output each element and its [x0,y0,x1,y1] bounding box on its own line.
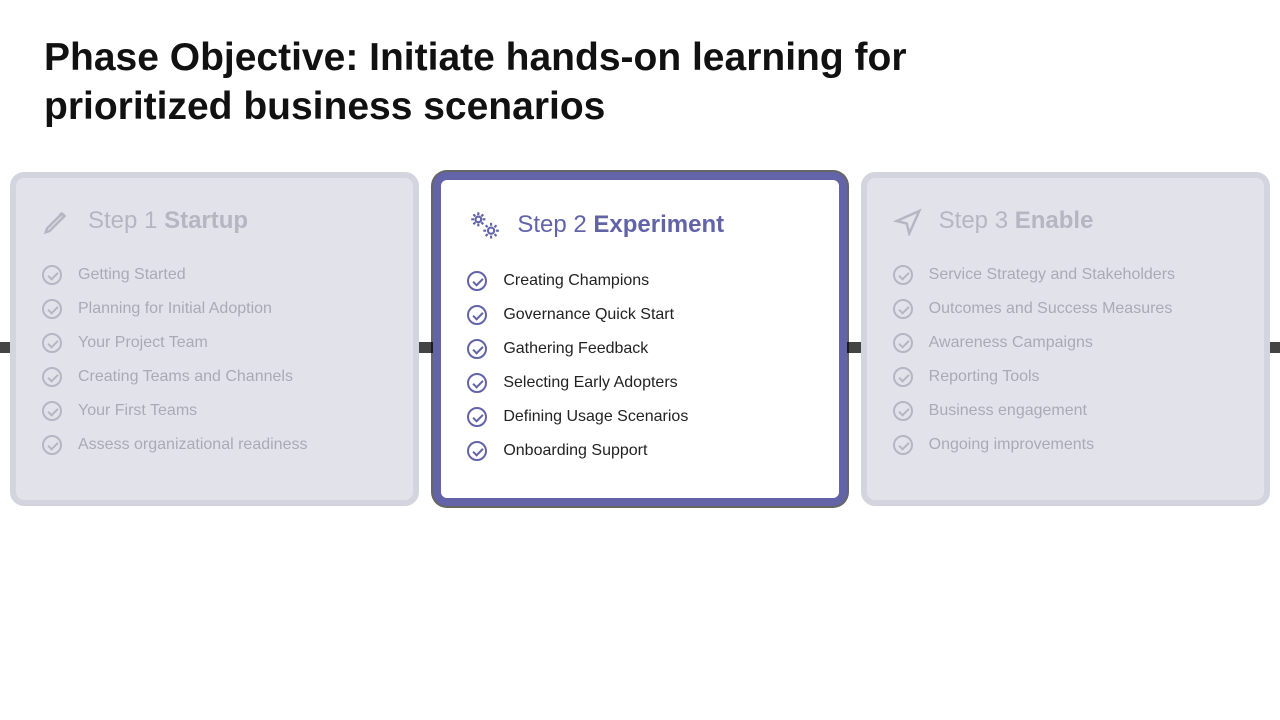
list-item: Awareness Campaigns [893,326,1238,360]
list-item: Business engagement [893,394,1238,428]
item-label: Creating Champions [503,272,649,290]
step-header: Step 2 Experiment [467,208,812,242]
list-item: Governance Quick Start [467,298,812,332]
check-icon [467,339,487,359]
item-label: Business engagement [929,402,1087,420]
check-icon [42,435,62,455]
step-prefix: Step 2 [517,211,586,238]
list-item: Creating Champions [467,264,812,298]
step-title: Step 2 Experiment [517,211,724,239]
item-label: Creating Teams and Channels [78,368,293,386]
step-card-startup: Step 1 Startup Getting Started Planning … [10,172,419,506]
step-prefix: Step 3 [939,207,1008,234]
item-label: Ongoing improvements [929,436,1094,454]
list-item: Service Strategy and Stakeholders [893,258,1238,292]
list-item: Your Project Team [42,326,387,360]
step-title: Step 1 Startup [88,207,248,235]
step-card-experiment: Step 2 Experiment Creating Champions Gov… [433,172,846,506]
step-name: Experiment [593,211,724,238]
step-name: Startup [164,207,248,234]
list-item: Onboarding Support [467,434,812,468]
item-label: Planning for Initial Adoption [78,300,272,318]
list-item: Selecting Early Adopters [467,366,812,400]
step-card-enable: Step 3 Enable Service Strategy and Stake… [861,172,1270,506]
item-label: Getting Started [78,266,186,284]
check-icon [42,299,62,319]
gears-icon [467,208,501,242]
steps-row: Step 1 Startup Getting Started Planning … [0,172,1280,520]
step-header: Step 3 Enable [893,206,1238,236]
list-item: Defining Usage Scenarios [467,400,812,434]
step-items: Service Strategy and Stakeholders Outcom… [893,258,1238,462]
list-item: Ongoing improvements [893,428,1238,462]
item-label: Governance Quick Start [503,306,674,324]
check-icon [893,435,913,455]
list-item: Assess organizational readiness [42,428,387,462]
step-items: Creating Champions Governance Quick Star… [467,264,812,468]
step-header: Step 1 Startup [42,206,387,236]
list-item: Planning for Initial Adoption [42,292,387,326]
list-item: Outcomes and Success Measures [893,292,1238,326]
step-prefix: Step 1 [88,207,157,234]
check-icon [467,407,487,427]
check-icon [893,265,913,285]
list-item: Creating Teams and Channels [42,360,387,394]
item-label: Onboarding Support [503,442,647,460]
check-icon [42,367,62,387]
check-icon [467,373,487,393]
check-icon [42,401,62,421]
check-icon [467,271,487,291]
check-icon [467,305,487,325]
cards-container: Step 1 Startup Getting Started Planning … [0,172,1280,506]
step-name: Enable [1015,207,1094,234]
check-icon [467,441,487,461]
item-label: Assess organizational readiness [78,436,307,454]
item-label: Defining Usage Scenarios [503,408,688,426]
check-icon [42,265,62,285]
item-label: Selecting Early Adopters [503,374,677,392]
pencil-icon [42,206,72,236]
check-icon [42,333,62,353]
list-item: Reporting Tools [893,360,1238,394]
page-title: Phase Objective: Initiate hands-on learn… [0,0,1000,132]
check-icon [893,333,913,353]
check-icon [893,299,913,319]
item-label: Gathering Feedback [503,340,648,358]
item-label: Your First Teams [78,402,197,420]
list-item: Getting Started [42,258,387,292]
item-label: Your Project Team [78,334,208,352]
list-item: Your First Teams [42,394,387,428]
step-title: Step 3 Enable [939,207,1094,235]
list-item: Gathering Feedback [467,332,812,366]
check-icon [893,367,913,387]
check-icon [893,401,913,421]
item-label: Reporting Tools [929,368,1040,386]
item-label: Service Strategy and Stakeholders [929,266,1175,284]
step-items: Getting Started Planning for Initial Ado… [42,258,387,462]
item-label: Outcomes and Success Measures [929,300,1173,318]
item-label: Awareness Campaigns [929,334,1093,352]
send-icon [893,206,923,236]
